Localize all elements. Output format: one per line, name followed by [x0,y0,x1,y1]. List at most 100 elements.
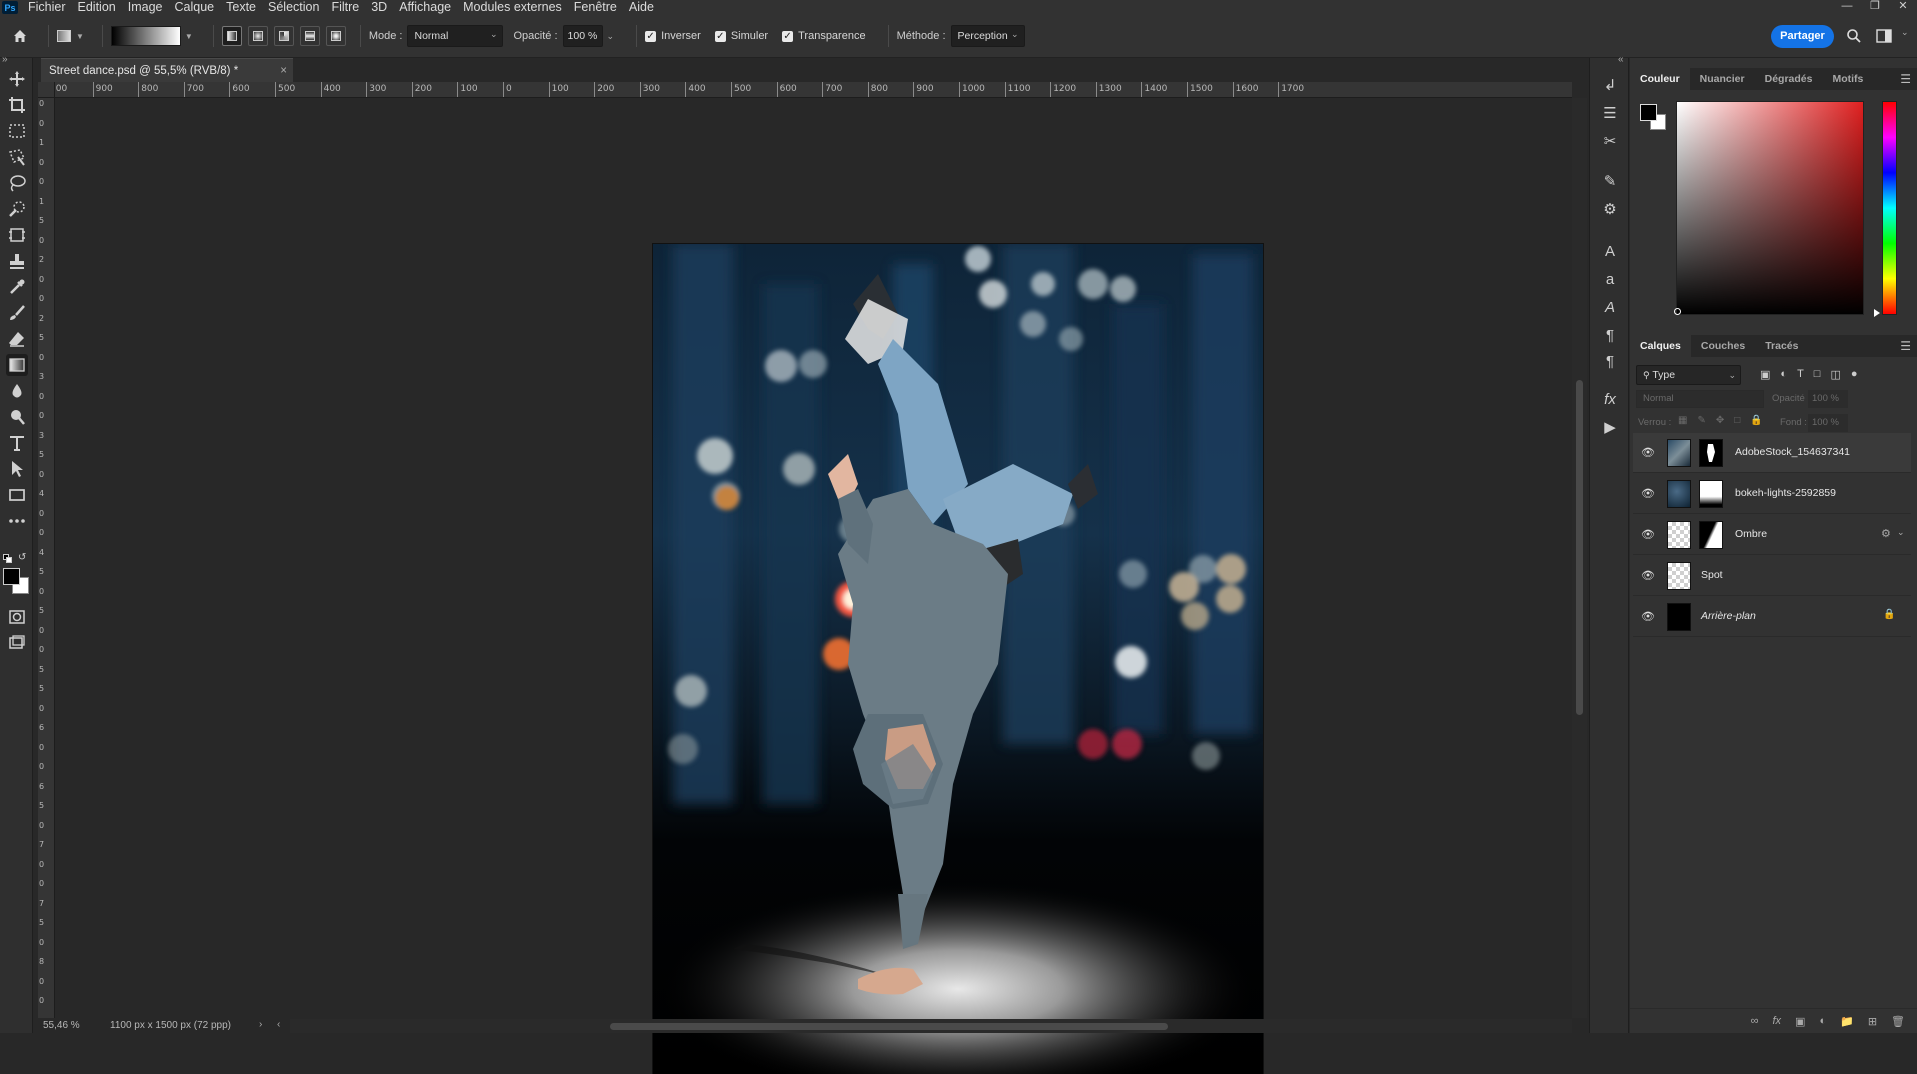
lock-pixels-icon[interactable]: ✎ [1697,415,1705,426]
link-layers-icon[interactable]: ∞ [1751,1015,1759,1033]
vertical-ruler[interactable]: 0 0 1 0 0 1 5 0 2 0 0 2 5 0 3 0 0 3 5 0 4 0 0 4 5 0 5 0 0 5 5 0 6 0 0 6 5 0 7 0… [38,98,55,1018]
lock-transparency-icon[interactable]: ▦ [1678,415,1687,426]
paragraph-icon[interactable]: ¶ [1599,324,1621,346]
menu-modules-externes[interactable]: Modules externes [457,0,568,15]
swap-colors-icon[interactable]: ↺ [18,552,26,563]
lasso-tool-icon[interactable] [6,172,28,194]
path-selection-tool-icon[interactable] [6,458,28,480]
dither-checkbox[interactable]: ✓ Simuler [714,30,768,42]
blend-mode-select[interactable]: Normal [1636,390,1764,408]
crop-tool-icon[interactable] [6,94,28,116]
stamp-tool-icon[interactable] [6,250,28,272]
fill-field[interactable]: 100 % [1808,414,1848,432]
scroll-left-icon[interactable]: ‹ [277,1019,280,1030]
method-select[interactable]: Perception ⌄ [950,25,1025,47]
type-filter-icon[interactable]: T [1797,368,1804,381]
tab-traces[interactable]: Tracés [1755,335,1808,357]
shape-filter-icon[interactable]: □ [1814,368,1821,381]
document-tab[interactable]: Street dance.psd @ 55,5% (RVB/8) * × [41,58,293,82]
radial-gradient-button[interactable] [247,26,268,46]
add-mask-icon[interactable]: ▣ [1795,1015,1805,1033]
default-colors-icon[interactable] [3,554,13,564]
horizontal-ruler[interactable]: 1009008007006005004003002001000100200300… [55,82,1572,98]
delete-layer-icon[interactable]: 🗑 [1891,1015,1905,1033]
quick-mask-icon[interactable] [6,606,28,628]
status-arrow-icon[interactable]: › [259,1019,262,1030]
opacity-chevron-icon[interactable]: ⌄ [607,31,615,42]
gradient-picker[interactable]: ▼ [110,26,193,46]
restore-icon[interactable]: ❐ [1861,0,1889,15]
layer-row[interactable]: 👁 ∞ AdobeStock_154637341 [1633,433,1911,473]
new-adjustment-icon[interactable]: ◐ [1819,1015,1826,1033]
more-tools-icon[interactable] [6,510,28,532]
new-group-icon[interactable]: 📁 [1840,1015,1854,1033]
layer-name[interactable]: Ombre [1735,528,1767,540]
tab-degrades[interactable]: Dégradés [1755,68,1823,90]
lock-all-icon[interactable]: 🔒 [1750,415,1762,426]
layer-row[interactable]: 👁 Spot [1633,556,1911,596]
menu-aide[interactable]: Aide [623,0,660,15]
menu-fichier[interactable]: Fichier [22,0,72,15]
chevron-down-icon[interactable]: ⌄ [1897,527,1905,538]
eye-icon[interactable]: 👁 [1641,528,1657,542]
tab-calques[interactable]: Calques [1630,335,1691,357]
character-icon[interactable]: A [1599,240,1621,262]
search-icon[interactable] [1846,28,1862,47]
minimize-icon[interactable]: — [1833,0,1861,15]
adjustments-icon[interactable]: ☰ [1599,102,1621,124]
tab-couleur[interactable]: Couleur [1630,68,1690,90]
color-panel-swatches[interactable] [1640,104,1670,134]
actions-icon[interactable]: ▶ [1599,416,1621,438]
eye-icon[interactable]: 👁 [1641,569,1657,583]
menu-affichage[interactable]: Affichage [393,0,457,15]
hue-slider[interactable] [1882,101,1897,315]
smart-object-filter-icon[interactable]: ◫ [1830,368,1840,381]
pixel-filter-icon[interactable]: ▣ [1760,368,1770,381]
menu-3d[interactable]: 3D [365,0,393,15]
quick-selection-tool-icon[interactable] [6,198,28,220]
layer-name[interactable]: bokeh-lights-2592859 [1735,487,1836,499]
blur-tool-icon[interactable] [6,380,28,402]
styles-fx-icon[interactable]: fx [1599,388,1621,410]
object-selection-tool-icon[interactable] [6,146,28,168]
eye-icon[interactable]: 👁 [1641,610,1657,624]
reflected-gradient-button[interactable] [299,26,320,46]
invert-checkbox[interactable]: ✓ Inverser [645,30,701,42]
lock-artboard-icon[interactable]: □ [1734,415,1740,426]
layer-name[interactable]: Arrière-plan [1701,610,1756,622]
workspace-chevron-icon[interactable]: ⌄ [1901,27,1909,38]
hue-slider-handle[interactable] [1874,309,1880,317]
color-field[interactable] [1676,101,1864,315]
close-icon[interactable]: ✕ [1889,0,1917,15]
foreground-color-swatch[interactable] [1640,104,1657,121]
layer-mask-thumbnail[interactable] [1699,521,1723,549]
vertical-scrollbar[interactable] [1572,98,1587,1018]
paragraph-styles-icon[interactable]: ¶ [1599,350,1621,372]
linear-gradient-button[interactable] [221,26,242,46]
diamond-gradient-button[interactable] [325,26,346,46]
menu-fenetre[interactable]: Fenêtre [568,0,623,15]
mode-select[interactable]: Normal ⌄ [407,25,504,47]
dodge-tool-icon[interactable] [6,406,28,428]
eye-icon[interactable]: 👁 [1641,487,1657,501]
layer-name[interactable]: Spot [1701,569,1723,581]
menu-selection[interactable]: Sélection [262,0,325,15]
layer-filter-select[interactable]: ⚲ Type ⌄ [1636,365,1741,385]
layer-row[interactable]: 👁 Arrière-plan 🔒 [1633,597,1911,637]
horizontal-scrollbar[interactable] [290,1019,1572,1033]
brush-tool-icon[interactable] [6,302,28,324]
close-tab-icon[interactable]: × [280,59,287,83]
tool-presets-icon[interactable]: ✂ [1599,130,1621,152]
layer-mask-thumbnail[interactable] [1699,439,1723,467]
foreground-color-swatch[interactable] [3,568,20,585]
brushes-icon[interactable]: ✎ [1599,170,1621,192]
eraser-tool-icon[interactable] [6,328,28,350]
history-icon[interactable]: ↲ [1599,74,1621,96]
layer-row[interactable]: 👁 ∞ bokeh-lights-2592859 [1633,474,1911,514]
zoom-level[interactable]: 55,46 % [43,1020,80,1031]
move-tool-icon[interactable] [6,68,28,90]
color-picker-marker[interactable] [1674,308,1681,315]
tab-nuancier[interactable]: Nuancier [1690,68,1755,90]
menu-filtre[interactable]: Filtre [325,0,365,15]
new-layer-icon[interactable]: ⊞ [1868,1015,1877,1033]
